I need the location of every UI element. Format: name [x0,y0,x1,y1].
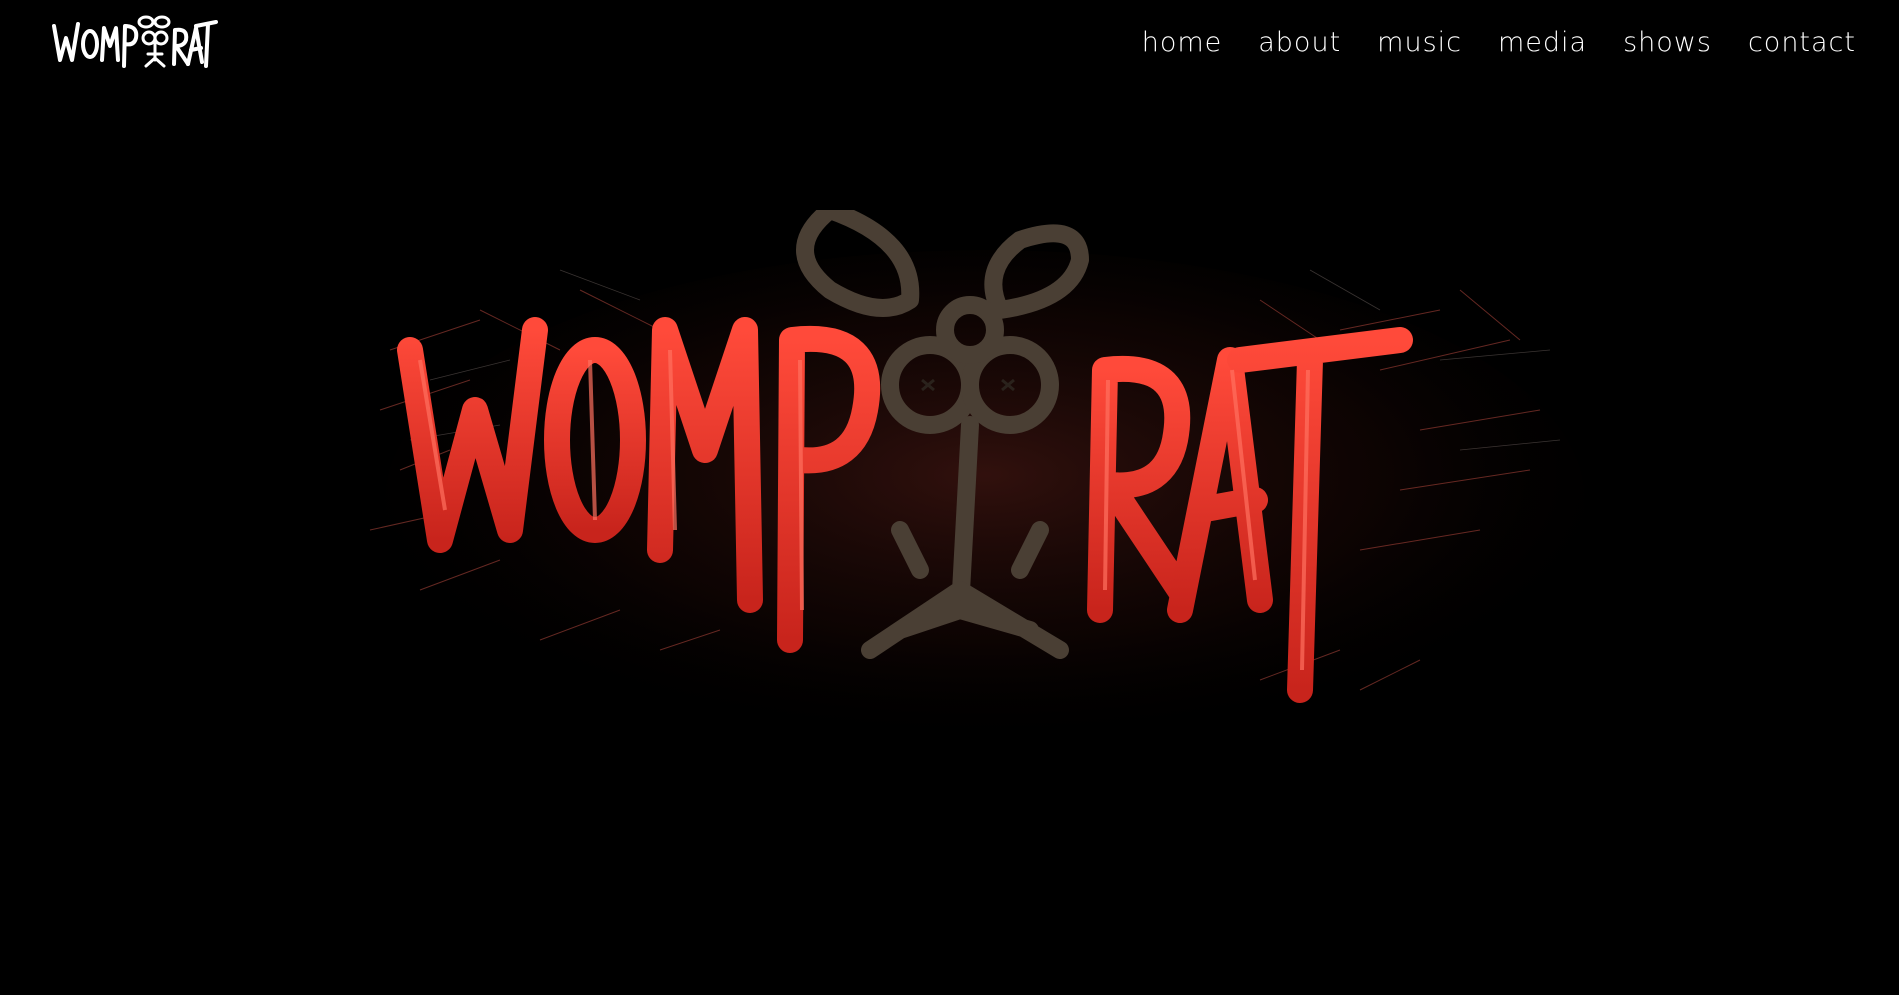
nav-link-home[interactable]: home [1124,25,1241,61]
nav-link-music[interactable]: music [1359,25,1480,61]
nav-link-media[interactable]: media [1480,25,1605,61]
nav-link-about[interactable]: about [1240,25,1359,61]
site-header: home about music media shows contact [0,0,1899,90]
nav-link-shows[interactable]: shows [1605,25,1730,61]
header-logo[interactable] [50,8,218,74]
main-nav: home about music media shows contact [1124,25,1874,61]
nav-link-contact[interactable]: contact [1730,25,1874,61]
womp-rat-logo-icon [52,15,218,68]
hero-section [0,90,1899,995]
hero-logo-image [369,210,1585,750]
